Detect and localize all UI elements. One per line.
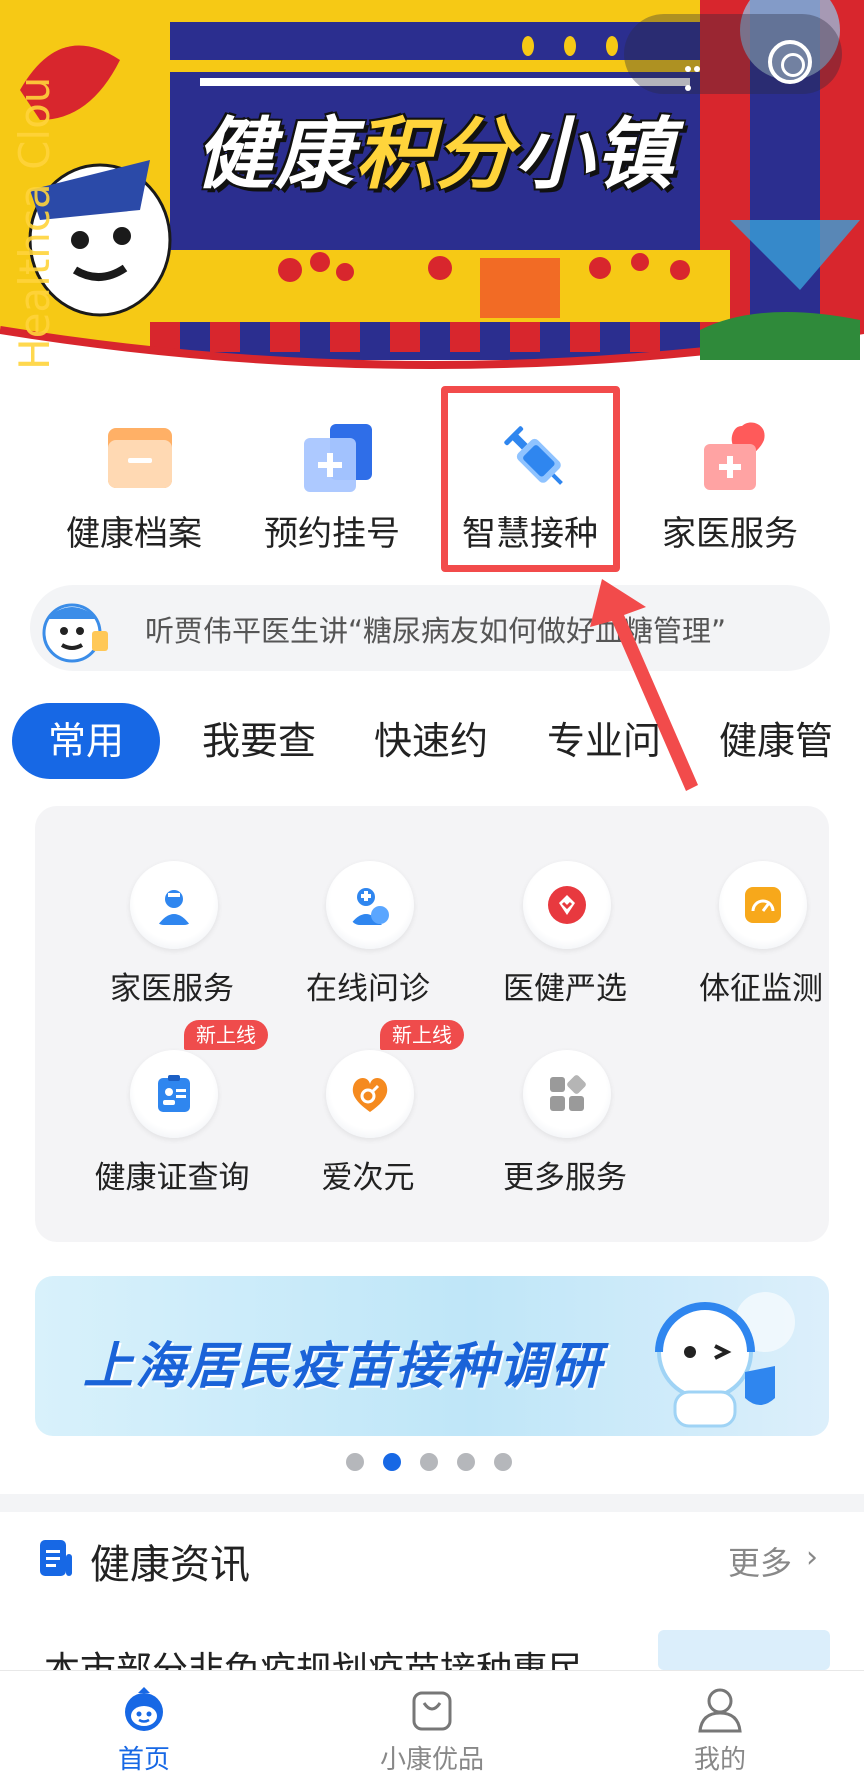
hero-banner[interactable]: Healthca Clou 健康积分小镇 [0,0,864,380]
nav-profile[interactable]: 我的 [620,1671,820,1777]
tab-professional-ask[interactable]: 专业问 [547,703,661,779]
pager-dot[interactable] [457,1453,475,1471]
shopping-bag-icon [412,1691,452,1731]
tab-health-management[interactable]: 健康管 [719,703,833,779]
news-section-title: 健康资讯 [90,1542,250,1588]
announcement-text: 听贾伟平医生讲“糖尿病友如何做好血糖管理” [145,614,727,648]
new-badge: 新上线 [184,1020,268,1050]
nav-label: 我的 [693,1745,746,1775]
more-dots-icon[interactable] [685,57,709,91]
hero-side-text: Healthca Clou [10,76,59,370]
category-tabs: 常用 我要查 快速约 专业问 健康管 [0,703,864,779]
tab-frequent[interactable]: 常用 [12,703,161,779]
bottom-navigation: 首页 小康优品 我的 [0,1670,864,1777]
news-item-title[interactable]: 本市部分非免疫规划疫苗接种惠民 [44,1646,604,1672]
announcement-bar[interactable]: 听贾伟平医生讲“糖尿病友如何做好血糖管理” [30,585,830,671]
quick-entry-label: 预约挂号 [264,514,400,554]
gauge-icon [719,861,807,949]
nav-label: 首页 [117,1745,170,1775]
quick-entry-label: 健康档案 [66,514,202,554]
user-icon [698,1688,742,1733]
service-label: 健康证查询 [94,1160,250,1196]
nav-shop[interactable]: 小康优品 [332,1671,532,1777]
hero-title: 健康积分小镇 [195,110,676,200]
services-card: 家医服务 在线问诊 医健严选 体征监测 新上线 健康证查询 新上线 爱次元 更多… [35,806,829,1242]
heart-gender-icon [326,1050,414,1138]
service-label: 在线问诊 [306,971,430,1007]
service-health-selection[interactable]: 医健严选 [475,861,655,1011]
news-more-link[interactable]: 更多 [728,1538,792,1584]
service-label: 爱次元 [321,1160,415,1196]
news-header: 健康资讯 更多 › [0,1530,864,1590]
pager-dot-active[interactable] [383,1453,401,1471]
service-label: 更多服务 [503,1160,627,1196]
quick-entry-registration[interactable]: 预约挂号 [232,408,432,558]
folder-icon [108,428,172,488]
news-doc-icon [40,1540,72,1576]
new-badge: 新上线 [380,1020,464,1050]
service-more[interactable]: 更多服务 [475,1050,655,1200]
nav-home[interactable]: 首页 [44,1671,244,1777]
section-divider [0,1494,864,1512]
pager-dot[interactable] [420,1453,438,1471]
doctor-icon [130,861,218,949]
mascot-avatar-icon [42,603,108,663]
quick-entry-family-doctor[interactable]: 家医服务 [630,408,830,558]
promo-pager [346,1453,526,1473]
nav-label: 小康优品 [379,1745,484,1775]
service-love-dimension[interactable]: 新上线 爱次元 [278,1020,464,1200]
service-label: 体征监测 [699,971,823,1007]
quick-entry-row: 健康档案 预约挂号 智慧接种 家医服务 [0,408,864,568]
chevron-right-icon[interactable]: › [806,1540,818,1575]
service-vital-monitoring[interactable]: 体征监测 [671,861,851,1011]
service-online-consult[interactable]: 在线问诊 [278,861,458,1011]
quick-entry-health-record[interactable]: 健康档案 [34,408,234,558]
tab-query[interactable]: 我要查 [202,703,316,779]
service-label: 家医服务 [110,971,234,1007]
selection-badge-icon [523,861,611,949]
service-label: 医健严选 [503,971,627,1007]
pager-dot[interactable] [494,1453,512,1471]
medical-kit-heart-icon [704,422,765,490]
quick-entry-label: 家医服务 [662,514,798,554]
id-card-icon [130,1050,218,1138]
close-record-icon[interactable] [768,40,812,84]
pager-dot[interactable] [346,1453,364,1471]
mascot-headphones-icon [655,1292,795,1428]
online-consult-icon [326,861,414,949]
highlight-annotation-box [441,386,620,572]
more-grid-icon [523,1050,611,1138]
service-health-certificate[interactable]: 新上线 健康证查询 [82,1020,268,1200]
promo-title: 上海居民疫苗接种调研 [83,1337,603,1395]
register-plus-icon [304,424,372,492]
tab-quick-appointment[interactable]: 快速约 [374,703,488,779]
news-item-thumbnail[interactable] [658,1630,830,1670]
promo-banner[interactable]: 上海居民疫苗接种调研 [35,1276,829,1436]
home-mascot-icon [125,1687,163,1731]
service-family-doctor[interactable]: 家医服务 [82,861,262,1011]
